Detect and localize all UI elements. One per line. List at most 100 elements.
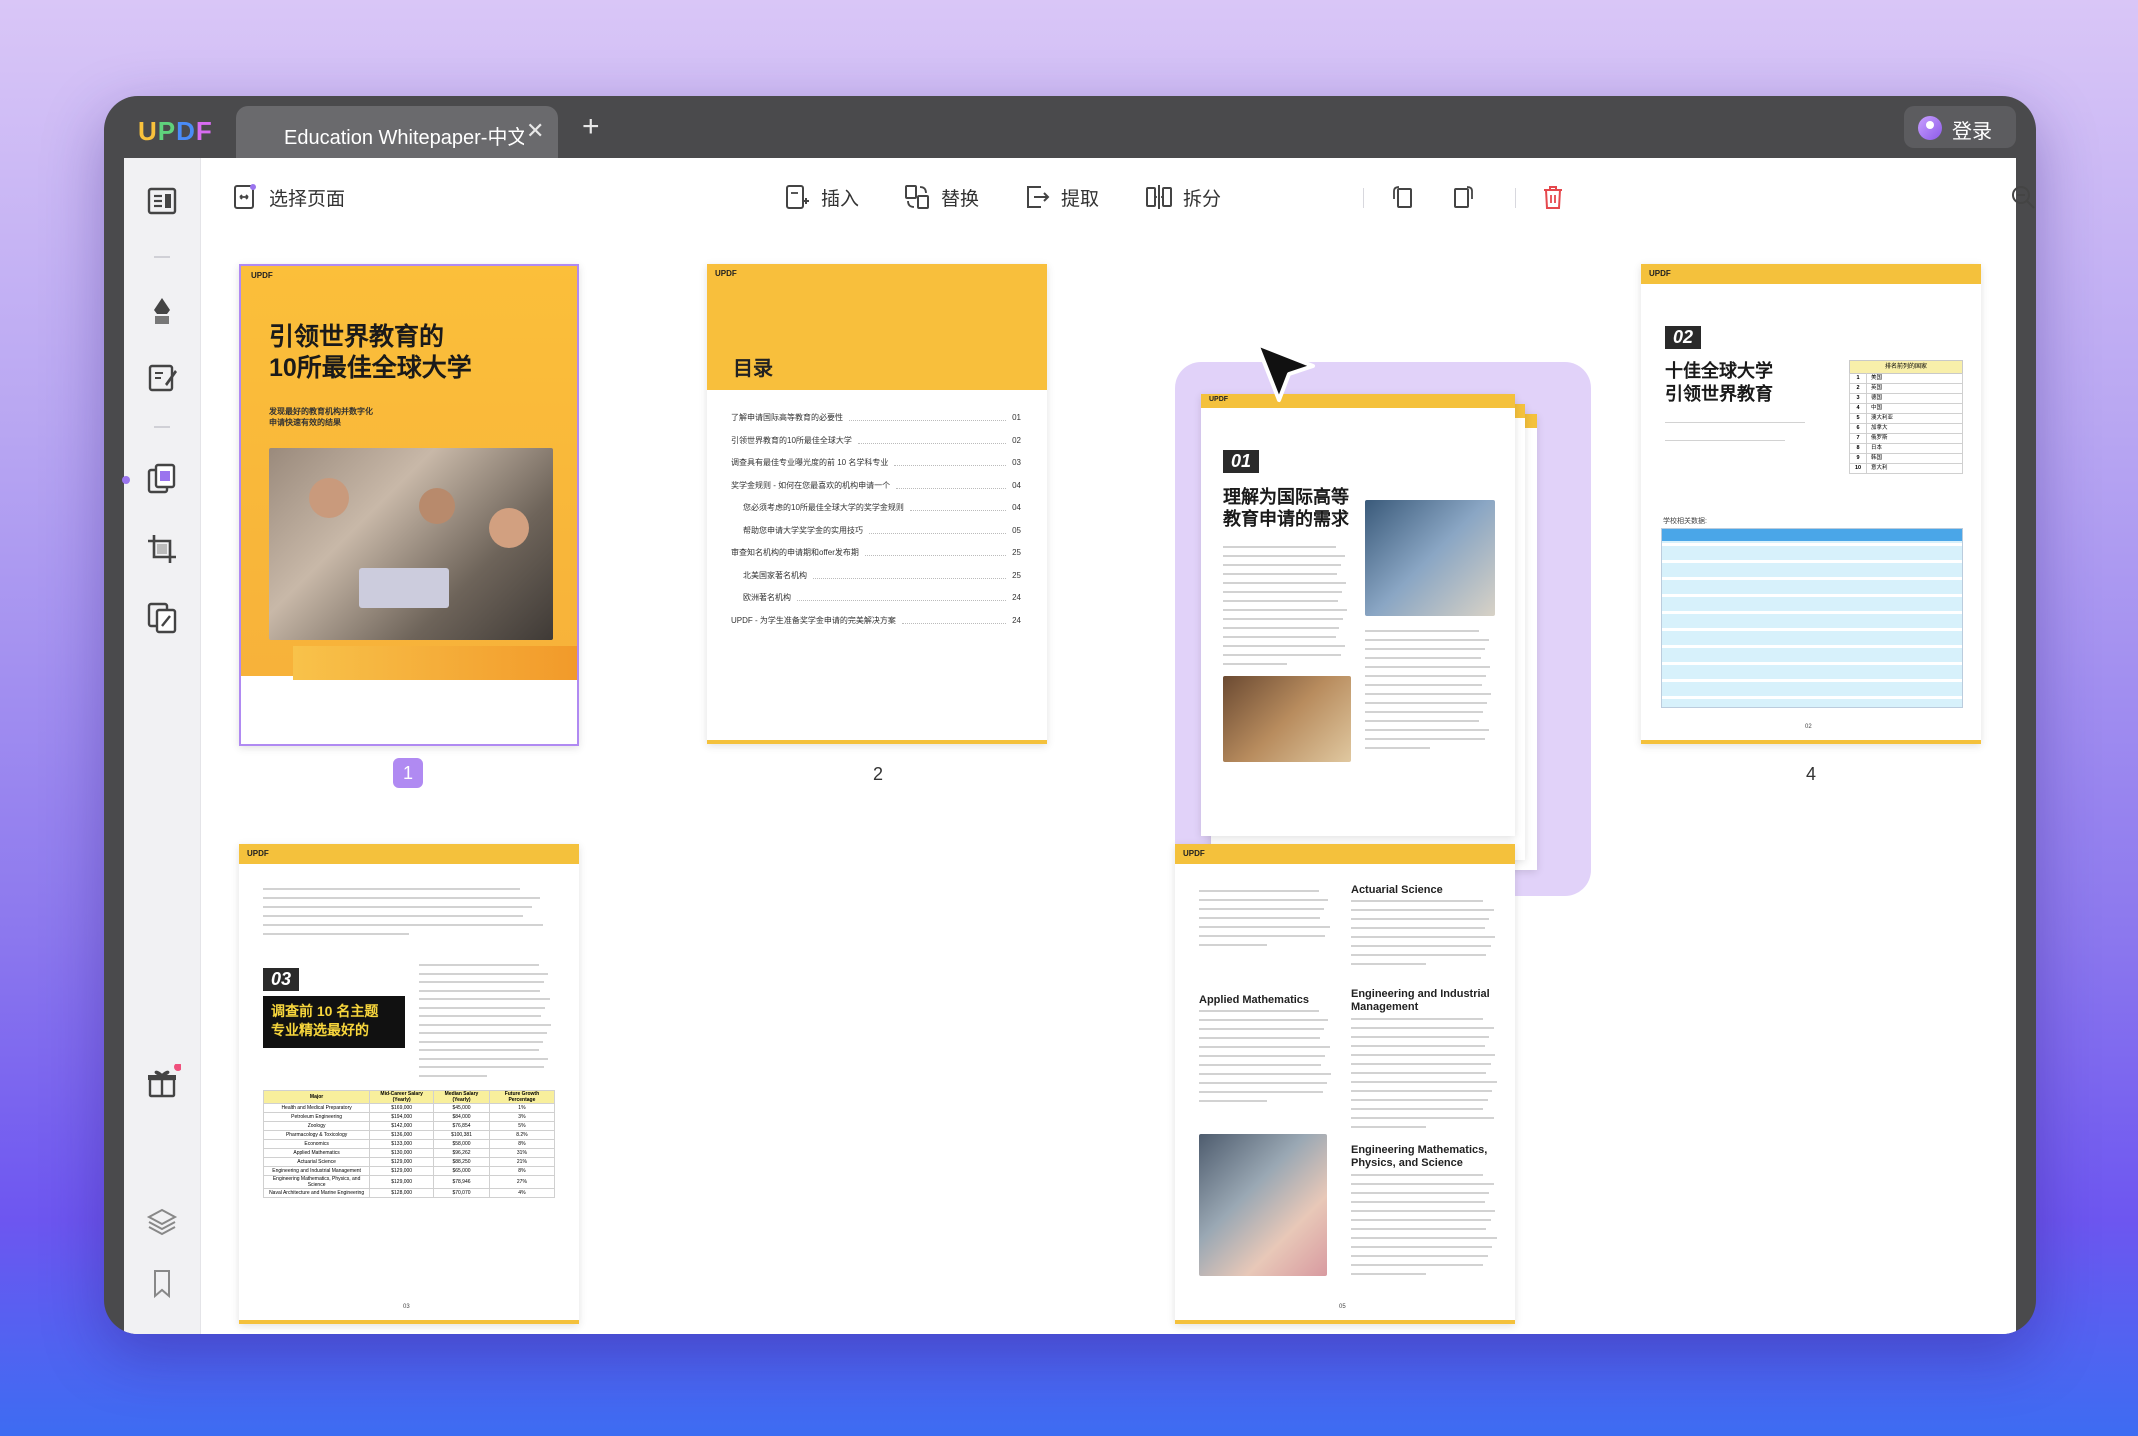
page-1-subtitle-line2: 申请快速有效的结果 [269, 418, 341, 427]
text-line [419, 1049, 539, 1051]
toc-entry: 北美国家著名机构 25 [743, 570, 1021, 581]
table-cell: 8% [488, 1166, 556, 1176]
zoom-out-icon [2012, 186, 2035, 209]
text-line [1351, 1081, 1497, 1083]
rotate-left-button[interactable] [1389, 182, 1417, 212]
workspace: 选择页面 插入 替换 提取 拆分 UPDF 引领世界教育的 10所最佳全球大学 … [122, 158, 2035, 1334]
text-line [1199, 899, 1329, 901]
text-line [419, 998, 550, 1000]
text-line [1223, 636, 1336, 638]
text-line [1199, 890, 1319, 892]
app-logo: UPDF [138, 116, 213, 146]
insert-button[interactable]: 插入 [783, 182, 859, 212]
text-line [1351, 1237, 1497, 1239]
add-tab-button[interactable]: + [582, 110, 600, 144]
text-line [419, 1032, 547, 1034]
text-line [1351, 1117, 1494, 1119]
table-cell: $58,000 [433, 1139, 490, 1149]
split-button[interactable]: 拆分 [1145, 182, 1221, 212]
dragged-page-3[interactable]: UPDF 01 理解为国际高等 教育申请的需求 [1201, 394, 1515, 836]
rotate-right-button[interactable] [1449, 182, 1477, 212]
delete-button[interactable] [1539, 182, 1567, 212]
university-data-table [1661, 528, 1963, 708]
convert-icon[interactable] [143, 598, 181, 636]
toc-entry: 了解申请国际高等教育的必要性 01 [731, 412, 1021, 423]
bookmark-icon[interactable] [143, 1264, 181, 1302]
toc-entry-title: 北美国家著名机构 [743, 570, 807, 580]
app-window: UPDF Education Whitepaper-中文 ✕ + 登录 选择页面… [104, 96, 2036, 1334]
text-line [263, 924, 544, 926]
text-line [1365, 693, 1492, 695]
text-line [1351, 1126, 1426, 1128]
table-label: 学校相关数据: [1663, 518, 1707, 525]
page-number-4[interactable]: 4 [1791, 764, 1831, 785]
toc-entry: 奖学金规则 - 如何在您最喜欢的机构申请一个 04 [731, 480, 1021, 491]
rank-number: 4 [1850, 403, 1867, 413]
heading-applied-mathematics: Applied Mathematics [1199, 994, 1310, 1006]
page-brand: UPDF [1183, 849, 1205, 858]
text-line [1351, 1027, 1494, 1029]
document-tab[interactable]: Education Whitepaper-中文 ✕ [236, 106, 558, 158]
table-cell: $70,070 [433, 1188, 490, 1198]
sidebar-divider [154, 256, 170, 258]
toc-entry: 调查具有最佳专业曝光度的前 10 名学科专业 03 [731, 457, 1021, 468]
text-line [1351, 1018, 1483, 1020]
table-header-cell: Future Growth Percentage [488, 1090, 556, 1104]
table-cell: $45,000 [433, 1103, 490, 1113]
text-line [1351, 1036, 1489, 1038]
replace-button[interactable]: 替换 [903, 182, 979, 212]
text-line [419, 1023, 551, 1026]
text-line [1365, 720, 1480, 722]
layers-icon[interactable] [143, 1202, 181, 1240]
toc-entry-page: 04 [1012, 503, 1021, 512]
student-book-photo [1199, 1134, 1327, 1276]
text-line [1351, 963, 1426, 965]
page-thumbnail-2[interactable]: UPDF 目录 了解申请国际高等教育的必要性 01 引领世界教育的10所最佳全球大学… [707, 264, 1047, 744]
extract-button[interactable]: 提取 [1023, 182, 1099, 212]
extract-label: 提取 [1061, 188, 1100, 210]
table-cell: $129,000 [369, 1157, 435, 1167]
page-4-title-line2: 引领世界教育 [1665, 384, 1773, 404]
reader-mode-icon[interactable] [143, 182, 181, 220]
page-thumbnail-5[interactable]: UPDF 03 调查前 10 名主题 专业精选最好的 Major Mid-Care… [239, 844, 579, 1324]
table-cell: 27% [488, 1175, 556, 1189]
section-badge: 03 [263, 968, 300, 991]
organize-pages-icon[interactable] [143, 460, 181, 498]
table-cell: 5% [488, 1121, 556, 1131]
table-cell: $194,000 [369, 1112, 435, 1122]
tab-close-icon[interactable]: ✕ [526, 118, 544, 144]
text-line [1365, 666, 1490, 668]
toc-entry: 您必须考虑的10所最佳全球大学的奖学金规则 04 [743, 502, 1021, 513]
edit-pdf-icon[interactable] [143, 358, 181, 396]
comment-icon[interactable] [143, 292, 181, 330]
rank-country: 韩国 [1871, 455, 1883, 461]
select-pages-button[interactable]: 选择页面 [231, 182, 345, 212]
login-button[interactable]: 登录 [1904, 106, 2016, 148]
toc-entry-page: 25 [1012, 548, 1021, 557]
page-5-title-line2: 专业精选最好的 [271, 1022, 369, 1038]
page-thumbnail-4[interactable]: UPDF 02 十佳全球大学 引领世界教育 排名前列的国家 学校相关数据: 02… [1641, 264, 1981, 744]
toc-entry-title: 调查具有最佳专业曝光度的前 10 名学科专业 [731, 458, 889, 467]
crop-icon[interactable] [143, 530, 181, 568]
text-line [1351, 909, 1494, 911]
rank-number: 8 [1850, 443, 1867, 453]
table-cell: Health and Medical Preparatory [262, 1103, 371, 1113]
text-line [1351, 1063, 1491, 1065]
table-cell: 8% [488, 1139, 556, 1149]
zoom-out-button[interactable] [2009, 182, 2036, 212]
toc-entry-title: 帮助您申请大学奖学金的实用技巧 [743, 525, 863, 535]
table-cell: Applied Mathematics [262, 1148, 371, 1158]
text-line [1351, 900, 1483, 902]
gift-icon[interactable] [143, 1063, 182, 1102]
text-line [1365, 747, 1430, 749]
login-label: 登录 [1952, 121, 1992, 143]
table-row: Engineering Mathematics, Physics, and Sc… [262, 1175, 556, 1189]
table-cell: $169,000 [369, 1103, 435, 1113]
page-thumbnail-1[interactable]: UPDF 引领世界教育的 10所最佳全球大学 发现最好的教育机构并数字化 申请快… [239, 264, 579, 746]
page-thumbnail-6[interactable]: UPDF Actuarial Science Applied Mathemati… [1175, 844, 1515, 1324]
sidebar-divider [154, 426, 170, 428]
text-line [1199, 926, 1330, 928]
table-cell: Engineering Mathematics, Physics, and Sc… [262, 1175, 371, 1189]
page-1-title-line2: 10所最佳全球大学 [269, 354, 472, 382]
table-row: Economics $133,000 $58,000 8% [262, 1139, 556, 1149]
